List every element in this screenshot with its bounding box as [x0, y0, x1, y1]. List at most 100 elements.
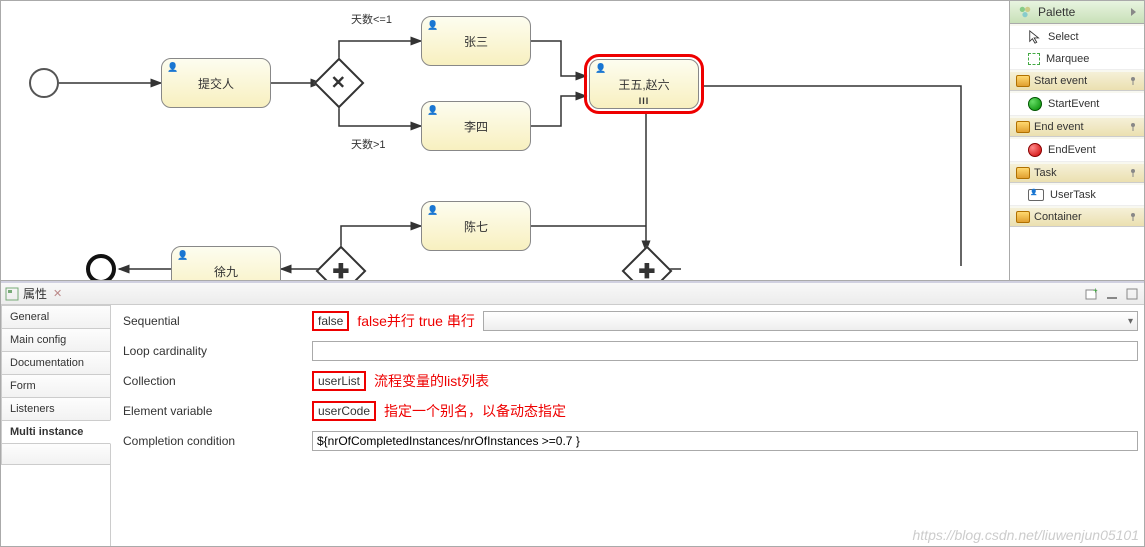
properties-tab-list: General Main config Documentation Form L… [1, 305, 111, 546]
folder-icon [1016, 75, 1030, 87]
task-submit[interactable]: 👤 提交人 [161, 58, 271, 108]
annotation-element-variable: 指定一个别名，以备动态指定 [384, 401, 566, 421]
exclusive-gateway[interactable] [314, 58, 365, 109]
group-end-event[interactable]: End event [1010, 118, 1144, 137]
group-task[interactable]: Task [1010, 164, 1144, 183]
usertask-icon [1028, 189, 1044, 201]
tool-select[interactable]: Select [1010, 26, 1144, 49]
marquee-icon [1028, 53, 1040, 65]
user-icon: 👤 [167, 62, 178, 73]
group-container[interactable]: Container [1010, 208, 1144, 227]
edge-label-gt1: 天数>1 [351, 136, 386, 152]
user-icon: 👤 [177, 250, 188, 261]
tool-label: Select [1048, 31, 1079, 43]
label-element-variable: Element variable [117, 404, 312, 418]
edge-label-le1: 天数<=1 [351, 11, 392, 27]
value-sequential[interactable]: false [312, 311, 349, 331]
row-element-variable: Element variable userCode 指定一个别名，以备动态指定 [117, 401, 1138, 421]
pin-icon [1128, 76, 1138, 86]
user-icon: 👤 [427, 20, 438, 31]
label-completion-condition: Completion condition [117, 434, 312, 448]
tab-multi-instance[interactable]: Multi instance [1, 420, 111, 444]
tab-form[interactable]: Form [1, 374, 111, 398]
palette-panel: Palette Select Marquee Start event [1009, 1, 1144, 280]
select-sequential[interactable] [483, 311, 1138, 331]
input-completion-condition[interactable] [312, 431, 1138, 451]
task-label: 张三 [464, 33, 488, 50]
folder-icon [1016, 211, 1030, 223]
tab-empty[interactable] [1, 443, 111, 465]
palette-item-startevent[interactable]: StartEvent [1010, 93, 1144, 116]
row-collection: Collection userList 流程变量的list列表 [117, 371, 1138, 391]
task-lisi[interactable]: 👤 李四 [421, 101, 531, 151]
tab-main-config[interactable]: Main config [1, 328, 111, 352]
group-label: Task [1034, 167, 1057, 179]
label-collection: Collection [117, 374, 312, 388]
task-label: 王五,赵六 [618, 76, 669, 93]
row-loop-cardinality: Loop cardinality [117, 341, 1138, 361]
task-xujiu[interactable]: 👤 徐九 [171, 246, 281, 280]
editor-top: 👤提交人 天数<=1 天数>1 👤张三 👤李四 👤王五,赵六III 👤陈七 👤徐… [1, 1, 1144, 281]
annotation-collection: 流程变量的list列表 [374, 371, 489, 391]
end-event-node[interactable] [86, 254, 116, 280]
group-start-event[interactable]: Start event [1010, 72, 1144, 91]
pin-icon [1128, 122, 1138, 132]
cursor-icon [1028, 30, 1042, 44]
folder-icon [1016, 167, 1030, 179]
properties-tab-header: 属性 ✕ + [1, 283, 1144, 305]
row-sequential: Sequential false false并行 true 串行 [117, 311, 1138, 331]
parallel-gateway-left[interactable] [316, 246, 367, 280]
bpmn-canvas[interactable]: 👤提交人 天数<=1 天数>1 👤张三 👤李四 👤王五,赵六III 👤陈七 👤徐… [1, 1, 1009, 280]
folder-icon [1016, 121, 1030, 133]
palette-item-endevent[interactable]: EndEvent [1010, 139, 1144, 162]
close-tab-icon[interactable]: ✕ [53, 287, 62, 300]
pin-icon [1128, 168, 1138, 178]
svg-text:+: + [1093, 287, 1098, 295]
tab-listeners[interactable]: Listeners [1, 397, 111, 421]
label-sequential: Sequential [117, 314, 312, 328]
tab-general[interactable]: General [1, 305, 111, 329]
palette-item-usertask[interactable]: UserTask [1010, 185, 1144, 206]
value-collection[interactable]: userList [312, 371, 366, 391]
task-label: 徐九 [214, 263, 238, 280]
app-root: 👤提交人 天数<=1 天数>1 👤张三 👤李四 👤王五,赵六III 👤陈七 👤徐… [0, 0, 1145, 547]
new-view-icon[interactable]: + [1084, 286, 1100, 302]
properties-content: Sequential false false并行 true 串行 Loop ca… [110, 305, 1144, 546]
tool-marquee[interactable]: Marquee [1010, 49, 1144, 70]
row-completion-condition: Completion condition [117, 431, 1138, 451]
task-chenqi[interactable]: 👤 陈七 [421, 201, 531, 251]
triangle-right-icon [1131, 8, 1136, 16]
value-element-variable[interactable]: userCode [312, 401, 376, 421]
parallel-gateway-right[interactable] [622, 246, 673, 280]
item-label: UserTask [1050, 189, 1096, 201]
user-icon: 👤 [595, 63, 606, 74]
start-event-node[interactable] [29, 68, 59, 98]
group-label: Start event [1034, 75, 1087, 87]
start-event-icon [1028, 97, 1042, 111]
item-label: StartEvent [1048, 98, 1099, 110]
palette-icon [1018, 5, 1032, 19]
task-label: 提交人 [198, 75, 234, 92]
properties-body: General Main config Documentation Form L… [1, 305, 1144, 546]
input-loop-cardinality[interactable] [312, 341, 1138, 361]
properties-title: 属性 [23, 285, 47, 302]
properties-icon [5, 287, 19, 301]
minimize-icon[interactable] [1104, 286, 1120, 302]
maximize-icon[interactable] [1124, 286, 1140, 302]
palette-title: Palette [1038, 5, 1075, 19]
item-label: EndEvent [1048, 144, 1096, 156]
user-icon: 👤 [427, 105, 438, 116]
end-event-icon [1028, 143, 1042, 157]
task-label: 陈七 [464, 218, 488, 235]
user-icon: 👤 [427, 205, 438, 216]
group-label: End event [1034, 121, 1084, 133]
task-label: 李四 [464, 118, 488, 135]
palette-header[interactable]: Palette [1010, 1, 1144, 24]
tool-label: Marquee [1046, 53, 1089, 65]
task-zhangsan[interactable]: 👤 张三 [421, 16, 531, 66]
tab-documentation[interactable]: Documentation [1, 351, 111, 375]
task-wangwu-zhaoliu[interactable]: 👤王五,赵六III [589, 59, 699, 109]
annotation-sequential: false并行 true 串行 [357, 311, 474, 331]
group-label: Container [1034, 211, 1082, 223]
properties-panel: 属性 ✕ + General Main config Documentation… [1, 281, 1144, 546]
